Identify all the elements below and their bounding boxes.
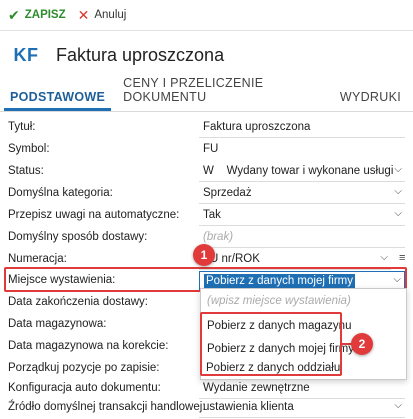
row-status: Status: W Wydany towar i wykonane usługi…	[0, 161, 413, 183]
data-dostawy-label: Data zakończenia dostawy:	[8, 296, 148, 308]
kategoria-label: Domyślna kategoria:	[8, 187, 113, 199]
check-icon: ✔	[8, 7, 20, 23]
chevron-down-icon: ⌵	[394, 164, 402, 175]
numeracja-label: Numeracja:	[8, 253, 67, 265]
dostawa-label: Domyślny sposób dostawy:	[8, 231, 148, 243]
kategoria-value: Sprzedaż	[203, 187, 252, 199]
chevron-down-icon: ⌵	[394, 208, 402, 219]
tab-bar: PODSTAWOWE CENY I PRZELICZENIE DOKUMENTU…	[0, 76, 413, 112]
dropdown-placeholder[interactable]: (wpisz miejsce wystawienia)	[207, 295, 351, 307]
tab-wydruki[interactable]: WYDRUKI	[334, 90, 407, 111]
row-kategoria: Domyślna kategoria: Sprzedaż ⌵	[0, 183, 413, 205]
konfig-label: Konfiguracja auto dokumentu:	[8, 382, 161, 394]
annotation-badge-1: 1	[193, 244, 215, 266]
cancel-button[interactable]: ✕ Anuluj	[78, 8, 127, 22]
symbol-label: Symbol:	[8, 143, 50, 155]
tab-podstawowe[interactable]: PODSTAWOWE	[4, 90, 112, 111]
status-label: Status:	[8, 165, 44, 177]
symbol-value: FU	[203, 143, 219, 155]
row-symbol: Symbol: FU	[0, 139, 413, 161]
uwagi-label: Przepisz uwagi na automatyczne:	[8, 209, 180, 221]
annotation-badge-2: 2	[351, 333, 373, 355]
cancel-label: Anuluj	[94, 9, 127, 21]
chevron-down-icon: ⌵	[394, 400, 402, 411]
tytul-label: Tytuł:	[8, 121, 36, 133]
row-uwagi: Przepisz uwagi na automatyczne: Tak ⌵	[0, 205, 413, 227]
menu-icon[interactable]: ≡	[399, 252, 405, 264]
data-mag-label: Data magazynowa:	[8, 318, 107, 330]
tytul-input[interactable]: Faktura uproszczona	[199, 118, 405, 138]
chevron-down-icon: ⌵	[380, 252, 388, 263]
document-type-badge: KF	[13, 44, 39, 65]
save-button[interactable]: ✔ ZAPISZ	[8, 8, 66, 22]
toolbar: ✔ ZAPISZ ✕ Anuluj	[0, 0, 413, 31]
row-tytul: Tytuł: Faktura uproszczona	[0, 117, 413, 139]
data-mag-kor-label: Data magazynowa na korekcie:	[8, 340, 169, 352]
close-icon: ✕	[77, 7, 90, 23]
porzadkuj-label: Porządkuj pozycje po zapisie:	[8, 362, 160, 374]
tab-ceny[interactable]: CENY I PRZELICZENIE DOKUMENTU	[117, 76, 328, 111]
row-zrodlo: Źródło domyślnej transakcji handlowej: u…	[0, 397, 413, 419]
status-value: Wydany towar i wykonane usługi	[226, 165, 394, 177]
kategoria-select[interactable]: Sprzedaż ⌵	[199, 184, 405, 204]
status-select[interactable]: W Wydany towar i wykonane usługi ⌵	[199, 162, 405, 182]
zrodlo-label: Źródło domyślnej transakcji handlowej:	[8, 401, 206, 413]
uwagi-value: Tak	[203, 209, 221, 221]
uwagi-select[interactable]: Tak ⌵	[199, 206, 405, 226]
status-code: W	[203, 165, 214, 177]
highlight-frame-options	[200, 312, 342, 376]
page-header: KF Faktura uproszczona	[0, 31, 413, 79]
konfig-select[interactable]: Wydanie zewnętrzne	[199, 379, 405, 399]
zrodlo-value: ustawienia klienta	[203, 401, 294, 413]
page-title: Faktura uproszczona	[56, 44, 225, 65]
dostawa-select[interactable]: (brak)	[199, 228, 405, 248]
save-label: ZAPISZ	[24, 9, 66, 21]
zrodlo-select[interactable]: ustawienia klienta ⌵	[199, 398, 405, 418]
chevron-down-icon: ⌵	[394, 186, 402, 197]
